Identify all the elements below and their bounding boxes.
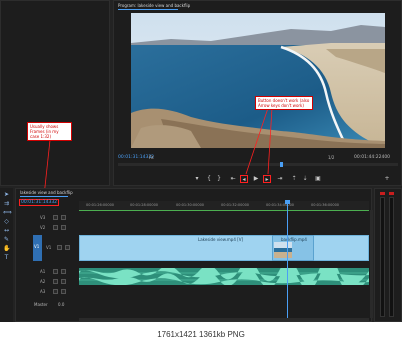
track-header-a3[interactable]: A3 xyxy=(26,288,76,296)
timeline-playhead[interactable] xyxy=(287,200,288,318)
audio-meter-right xyxy=(389,197,394,317)
ruler-tick: 00:01:36:00000 xyxy=(311,203,340,207)
ruler-tick: 00:01:28:00000 xyxy=(130,203,159,207)
track-header-v3[interactable]: V3 xyxy=(26,214,76,222)
toggle-output-icon[interactable] xyxy=(53,225,58,230)
track-header-v1[interactable]: V1 xyxy=(26,244,76,252)
track-name: V3 xyxy=(40,215,46,220)
audio-clip-waveform[interactable] xyxy=(79,268,369,285)
track-header-a1[interactable]: A1 xyxy=(26,268,76,276)
type-icon[interactable]: T xyxy=(3,254,10,261)
solo-icon[interactable] xyxy=(61,279,66,284)
mute-icon[interactable] xyxy=(53,269,58,274)
video-clip-backflip[interactable]: backflip.mp4 xyxy=(272,235,314,261)
toggle-lock-icon[interactable] xyxy=(65,245,70,250)
track-name: A2 xyxy=(40,279,46,284)
ruler-tick: 00:01:32:00000 xyxy=(221,203,250,207)
timeline-tab-underline xyxy=(20,196,68,197)
track-name: V2 xyxy=(40,225,46,230)
timeline-tab[interactable]: lakeside view and backflip xyxy=(20,190,73,195)
pen-icon[interactable]: ✎ xyxy=(3,236,10,243)
master-label: Master xyxy=(34,302,48,307)
hand-icon[interactable]: ✋ xyxy=(3,245,10,252)
premiere-app-window: Program: lakeside view and backflip 00:0… xyxy=(0,0,402,322)
annotation-buttons-note: Button doesn't work (also Arrow keys don… xyxy=(255,96,313,110)
track-header-a2[interactable]: A2 xyxy=(26,278,76,286)
clip-thumbnail xyxy=(274,242,292,258)
master-value[interactable]: 0.0 xyxy=(58,302,64,307)
track-select-icon[interactable]: ⇉ xyxy=(3,200,10,207)
track-header-v2[interactable]: V2 xyxy=(26,224,76,232)
toggle-output-icon[interactable] xyxy=(57,245,62,250)
image-caption-bar: 1761x1421 1361kb PNG xyxy=(0,322,402,340)
track-name: A3 xyxy=(40,289,46,294)
slip-icon[interactable]: ↔ xyxy=(3,227,10,234)
timeline-playhead-handle[interactable] xyxy=(285,200,290,204)
meter-peak-indicator xyxy=(380,192,385,195)
timeline-horizontal-scrollbar[interactable] xyxy=(79,318,369,321)
toggle-lock-icon[interactable] xyxy=(61,215,66,220)
toggle-lock-icon[interactable] xyxy=(61,225,66,230)
ruler-tick: 00:01:30:00000 xyxy=(176,203,205,207)
mute-icon[interactable] xyxy=(53,279,58,284)
ruler-tick: 00:01:26:00000 xyxy=(86,203,115,207)
timeline-timecode[interactable]: 00:01:31:14332 xyxy=(19,199,60,206)
razor-icon[interactable]: ◇ xyxy=(3,218,10,225)
ripple-edit-icon[interactable]: ⟺ xyxy=(3,209,12,216)
video-clip-lakeside[interactable]: Lakeside view.mp4 [V] xyxy=(79,235,369,261)
annotation-frames-note: Usually shows Frames (in my case 1:32) xyxy=(27,122,72,141)
selection-tool-icon[interactable]: ➤ xyxy=(3,191,10,198)
audio-meter-left xyxy=(380,197,385,317)
solo-icon[interactable] xyxy=(61,289,66,294)
tools-panel: ➤ ⇉ ⟺ ◇ ↔ ✎ ✋ T xyxy=(0,188,13,322)
track-name: A1 xyxy=(40,269,46,274)
mute-icon[interactable] xyxy=(53,289,58,294)
solo-icon[interactable] xyxy=(61,269,66,274)
audio-meters-panel xyxy=(374,188,402,322)
meter-peak-indicator xyxy=(389,192,394,195)
clip-label: Lakeside view.mp4 [V] xyxy=(198,237,244,242)
track-name: V1 xyxy=(46,245,52,250)
timeline-vertical-scrollbar[interactable] xyxy=(370,210,373,318)
image-caption: 1761x1421 1361kb PNG xyxy=(157,330,245,339)
work-area-bar[interactable] xyxy=(79,210,369,211)
toggle-output-icon[interactable] xyxy=(53,215,58,220)
